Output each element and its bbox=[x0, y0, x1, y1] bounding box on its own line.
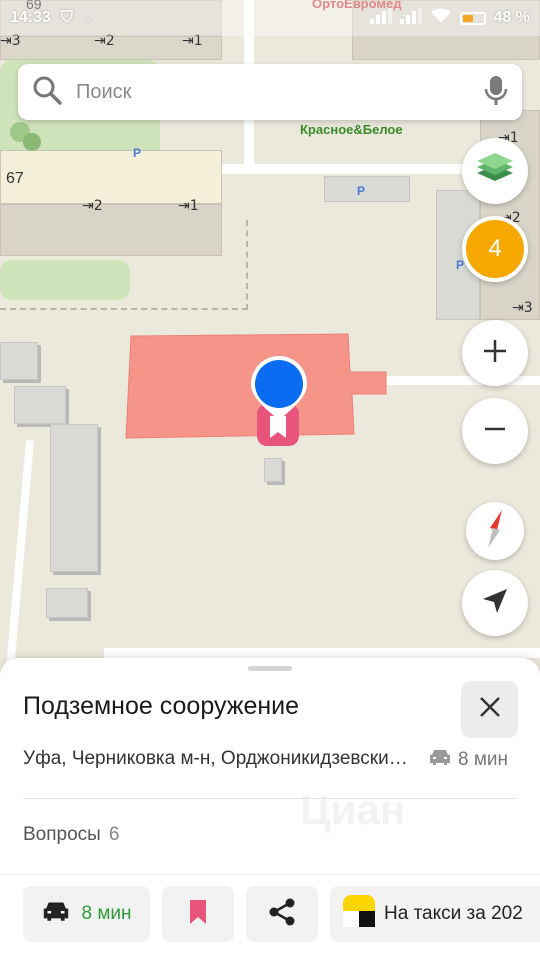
questions-label: Вопросы bbox=[23, 824, 101, 845]
taxi-label: На такси за 202 bbox=[384, 903, 523, 924]
zoom-out-button[interactable] bbox=[462, 398, 528, 464]
location-marker[interactable] bbox=[248, 356, 310, 455]
status-time: 14:33 bbox=[10, 9, 51, 26]
travel-time: 8 мин bbox=[428, 748, 508, 772]
layers-icon bbox=[475, 151, 515, 192]
grid-icon: ⁘ bbox=[82, 11, 93, 25]
wifi-icon bbox=[430, 8, 452, 29]
signal-icon bbox=[399, 7, 422, 29]
divider bbox=[23, 798, 517, 799]
route-time: 8 мин bbox=[81, 903, 132, 924]
taxi-icon bbox=[342, 894, 376, 934]
share-button[interactable] bbox=[246, 886, 318, 942]
building-number: 67 bbox=[6, 170, 24, 187]
traffic-level: 4 bbox=[488, 235, 502, 262]
close-icon bbox=[478, 695, 502, 724]
battery-percent: 48 % bbox=[493, 9, 530, 26]
place-address: Уфа, Черниковка м-н, Орджоникидзевский р… bbox=[23, 748, 418, 769]
car-icon bbox=[41, 900, 71, 928]
minus-icon bbox=[481, 415, 509, 448]
parking-label: P bbox=[357, 184, 366, 198]
place-card[interactable]: Циан Подземное сооружение Уфа, Черниковк… bbox=[0, 658, 540, 960]
poi-label[interactable]: Красное&Белое bbox=[300, 122, 403, 137]
signal-icon bbox=[369, 7, 392, 29]
search-bar[interactable] bbox=[18, 64, 522, 120]
route-button[interactable]: 8 мин bbox=[23, 886, 150, 942]
search-input[interactable] bbox=[76, 80, 484, 104]
action-bar: 8 мин На такси за 202 bbox=[0, 886, 540, 944]
traffic-button[interactable]: 4 bbox=[462, 216, 528, 282]
search-icon bbox=[32, 75, 62, 110]
questions-row[interactable]: Вопросы 6 bbox=[23, 824, 119, 846]
entrance-number: 2 bbox=[93, 198, 103, 214]
sheet-handle[interactable] bbox=[248, 666, 292, 671]
my-location-button[interactable] bbox=[462, 570, 528, 636]
navigation-arrow-icon bbox=[481, 587, 509, 620]
zoom-in-button[interactable] bbox=[462, 320, 528, 386]
compass-button[interactable] bbox=[466, 502, 524, 560]
watermark: Циан bbox=[300, 786, 406, 833]
travel-time-text: 8 мин bbox=[458, 749, 509, 770]
entrance-number: 3 bbox=[523, 300, 533, 316]
bookmark-icon bbox=[188, 898, 208, 931]
microphone-icon[interactable] bbox=[484, 74, 508, 111]
parking-label: P bbox=[133, 146, 142, 160]
status-bar: 14:33 ⛉ ⁘ 48 % bbox=[0, 0, 540, 36]
place-title: Подземное сооружение bbox=[23, 692, 300, 720]
questions-count: 6 bbox=[108, 824, 120, 845]
bookmark-button[interactable] bbox=[162, 886, 234, 942]
share-icon bbox=[267, 898, 297, 931]
plus-icon bbox=[481, 337, 509, 370]
entrance-number: 1 bbox=[189, 198, 199, 214]
divider bbox=[0, 874, 540, 875]
close-button[interactable] bbox=[461, 681, 518, 738]
parking-label: P bbox=[456, 258, 465, 272]
battery-icon bbox=[459, 11, 486, 25]
taxi-button[interactable]: На такси за 202 bbox=[330, 886, 540, 942]
layers-button[interactable] bbox=[462, 138, 528, 204]
car-icon bbox=[428, 748, 452, 772]
compass-icon bbox=[480, 508, 510, 555]
shield-icon: ⛉ bbox=[60, 9, 73, 26]
